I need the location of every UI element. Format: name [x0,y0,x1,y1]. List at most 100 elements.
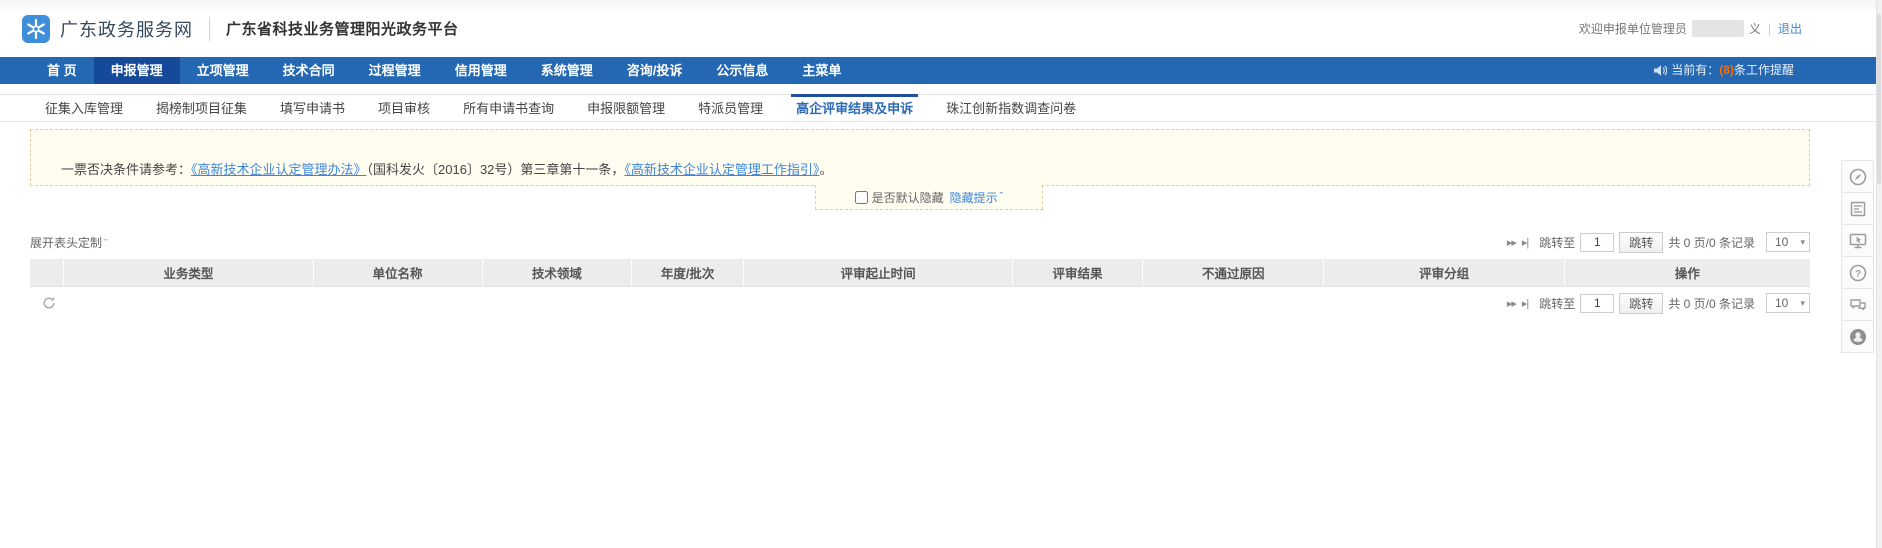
notice-link[interactable]: 《高新技术企业认定管理工作指引》 [624,162,819,177]
top-header: 广东政务服务网 广东省科技业务管理阳光政务平台 欢迎申报单位管理员 义 | 退出 [0,0,1882,57]
help-icon[interactable]: ? [1841,256,1874,289]
remote-desktop-icon[interactable] [1841,224,1874,257]
column-header-业务类型: 业务类型 [64,259,313,286]
nav-item[interactable]: 公示信息 [699,57,785,84]
notice-hide-bar: 是否默认隐藏 隐藏提示 ˆ [815,185,1043,210]
nav-item[interactable]: 立项管理 [180,57,266,84]
expand-header-label: 展开表头定制 [30,236,102,250]
notice-text: 一票否决条件请参考：《高新技术企业认定管理办法》（国科发火〔2016〕32号）第… [61,162,832,177]
column-header-评审分组: 评审分组 [1324,259,1564,286]
work-reminder[interactable]: 当前有：(8)条工作提醒 [1653,57,1794,84]
table-footer: ▸▸ ▸| 跳转至 跳转 共 0 页/0 条记录 10 ▾ [30,293,1810,314]
platform-title: 广东省科技业务管理阳光政务平台 [226,18,459,39]
hide-default-checkbox[interactable] [855,191,868,204]
side-toolbar: ? [1841,160,1874,353]
jump-to-label: 跳转至 [1539,295,1575,312]
page-size-select[interactable]: 10 ▾ [1766,293,1810,313]
nav-item[interactable]: 过程管理 [352,57,438,84]
subnav-tab[interactable]: 珠江创新指数调查问卷 [946,95,1076,122]
collapse-caret-icon: ˆ [1000,191,1004,203]
column-header-技术领域: 技术领域 [482,259,632,286]
nav-item[interactable]: 申报管理 [94,57,180,84]
jump-button[interactable]: 跳转 [1619,293,1663,314]
fast-forward-icon[interactable]: ▸▸ [1507,236,1516,249]
column-header-评审起止时间: 评审起止时间 [744,259,1013,286]
scrollbar[interactable] [1876,0,1882,548]
record-summary: 共 0 页/0 条记录 [1668,295,1755,312]
notice-text-segment: （国科发火〔2016〕32号）第三章第十一条， [367,162,625,177]
page-size-value: 10 [1775,296,1788,310]
page-number-input[interactable] [1580,233,1614,252]
reminder-suffix: 条工作提醒 [1734,57,1794,84]
hide-checkbox-label: 是否默认隐藏 [872,189,944,206]
caret-down-icon: ˇ [104,238,108,250]
subnav-tab[interactable]: 申报限额管理 [587,95,665,122]
jump-to-label: 跳转至 [1539,234,1575,251]
column-header-评审结果: 评审结果 [1013,259,1143,286]
reminder-prefix: 当前有： [1671,57,1719,84]
reminder-count: (8) [1719,57,1734,84]
pagination: ▸▸ ▸| 跳转至 跳转 共 0 页/0 条记录 10 ▾ [1507,293,1810,314]
nav-item[interactable]: 咨询/投诉 [610,57,700,84]
site-logo-icon [22,15,50,43]
welcome-text: 欢迎申报单位管理员 [1579,20,1687,37]
news-icon[interactable] [1841,192,1874,225]
notice-text-segment: 一票否决条件请参考： [61,162,191,177]
subnav-tab[interactable]: 特派员管理 [698,95,763,122]
last-page-icon[interactable]: ▸| [1522,236,1528,249]
brand-divider [209,17,210,41]
subnav-tab[interactable]: 高企评审结果及申诉 [796,95,913,122]
user-name-suffix: 义 [1749,20,1761,37]
notice-box: 一票否决条件请参考：《高新技术企业认定管理办法》（国科发火〔2016〕32号）第… [30,129,1810,186]
logout-link[interactable]: 退出 [1778,20,1802,37]
svg-text:?: ? [1854,268,1860,279]
table-header-row: 业务类型单位名称技术领域年度/批次评审起止时间评审结果不通过原因评审分组操作 [30,259,1810,286]
subnav-tab[interactable]: 征集入库管理 [45,95,123,122]
refresh-icon[interactable] [42,296,56,310]
subnav: 征集入库管理 揭榜制项目征集 填写申请书 项目审核 所有申请书查询 申报限额管理 特派员管理… [0,94,1882,122]
fast-forward-icon[interactable]: ▸▸ [1507,297,1516,310]
hide-tip-link[interactable]: 隐藏提示 [950,189,998,206]
main-navbar: 首 页申报管理立项管理技术合同过程管理信用管理系统管理咨询/投诉公示信息主菜单 … [0,57,1882,84]
speaker-icon [1653,64,1667,77]
column-header-操作: 操作 [1564,259,1810,286]
column-header-select [30,259,64,286]
page-size-value: 10 [1775,235,1788,249]
caret-down-icon: ▾ [1800,237,1805,248]
pagination: ▸▸ ▸| 跳转至 跳转 共 0 页/0 条记录 10 ▾ [1507,232,1810,253]
record-summary: 共 0 页/0 条记录 [1668,234,1755,251]
user-name-redacted [1692,20,1744,37]
content: 一票否决条件请参考：《高新技术企业认定管理办法》（国科发火〔2016〕32号）第… [0,129,1882,314]
compass-icon[interactable] [1841,160,1874,193]
column-header-不通过原因: 不通过原因 [1142,259,1324,286]
expand-header-toggle[interactable]: 展开表头定制ˇ [30,234,108,251]
nav-item[interactable]: 技术合同 [266,57,352,84]
profile-icon[interactable] [1841,320,1874,353]
subnav-tab[interactable]: 项目审核 [378,95,430,122]
last-page-icon[interactable]: ▸| [1522,297,1528,310]
jump-button[interactable]: 跳转 [1619,232,1663,253]
table-toolbar: 展开表头定制ˇ ▸▸ ▸| 跳转至 跳转 共 0 页/0 条记录 10 ▾ [30,232,1810,252]
caret-down-icon: ▾ [1800,298,1805,309]
subnav-tab[interactable]: 填写申请书 [280,95,345,122]
main-nav: 首 页申报管理立项管理技术合同过程管理信用管理系统管理咨询/投诉公示信息主菜单 [30,57,858,84]
user-area: 欢迎申报单位管理员 义 | 退出 [1579,20,1802,37]
subnav-tab[interactable]: 揭榜制项目征集 [156,95,247,122]
nav-item[interactable]: 系统管理 [524,57,610,84]
notice-wrap: 一票否决条件请参考：《高新技术企业认定管理办法》（国科发火〔2016〕32号）第… [30,129,1810,186]
nav-item[interactable]: 主菜单 [785,57,858,84]
notice-link[interactable]: 《高新技术企业认定管理办法》 [191,162,367,177]
scrollbar-thumb[interactable] [1877,14,1881,184]
subnav-tab[interactable]: 所有申请书查询 [463,95,554,122]
page: 广东政务服务网 广东省科技业务管理阳光政务平台 欢迎申报单位管理员 义 | 退出… [0,0,1882,548]
column-header-单位名称: 单位名称 [313,259,482,286]
page-number-input[interactable] [1580,294,1614,313]
user-separator: | [1768,22,1771,36]
site-name: 广东政务服务网 [60,16,193,42]
nav-item[interactable]: 首 页 [30,57,94,84]
results-table: 业务类型单位名称技术领域年度/批次评审起止时间评审结果不通过原因评审分组操作 [30,259,1810,287]
nav-item[interactable]: 信用管理 [438,57,524,84]
notice-text-segment: 。 [819,162,832,177]
feedback-icon[interactable] [1841,288,1874,321]
page-size-select[interactable]: 10 ▾ [1766,232,1810,252]
